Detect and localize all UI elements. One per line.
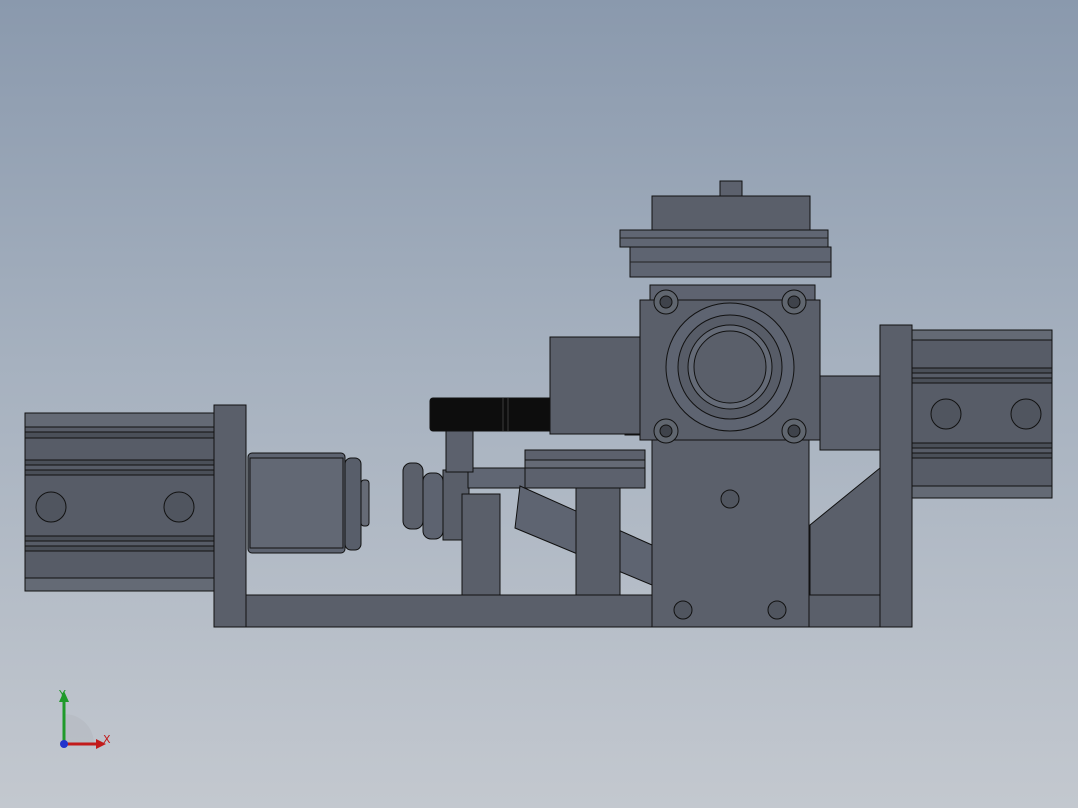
right-end-plate[interactable] [879,324,913,628]
left-cylinder[interactable] [24,412,216,592]
left-jaw[interactable] [247,452,370,554]
right-cylinder[interactable] [911,329,1053,499]
right-gusset[interactable] [809,466,881,596]
top-motor[interactable] [619,180,832,278]
triad-x-label: X [103,733,111,746]
left-end-plate[interactable] [213,404,247,628]
graphics-viewport[interactable]: Y X [0,0,1078,808]
mid-block[interactable] [549,336,646,435]
triad-y-label: Y [59,688,66,701]
cad-model-view[interactable] [0,0,1078,808]
z-axis-dot [60,740,68,748]
right-shaft[interactable] [819,375,883,451]
gearbox-housing[interactable] [639,284,821,628]
triad-arc [64,714,94,744]
vertical-pipe[interactable] [445,429,474,473]
right-jaw[interactable] [402,462,529,596]
base-plate[interactable] [245,594,913,628]
triad-graphic [59,691,106,749]
